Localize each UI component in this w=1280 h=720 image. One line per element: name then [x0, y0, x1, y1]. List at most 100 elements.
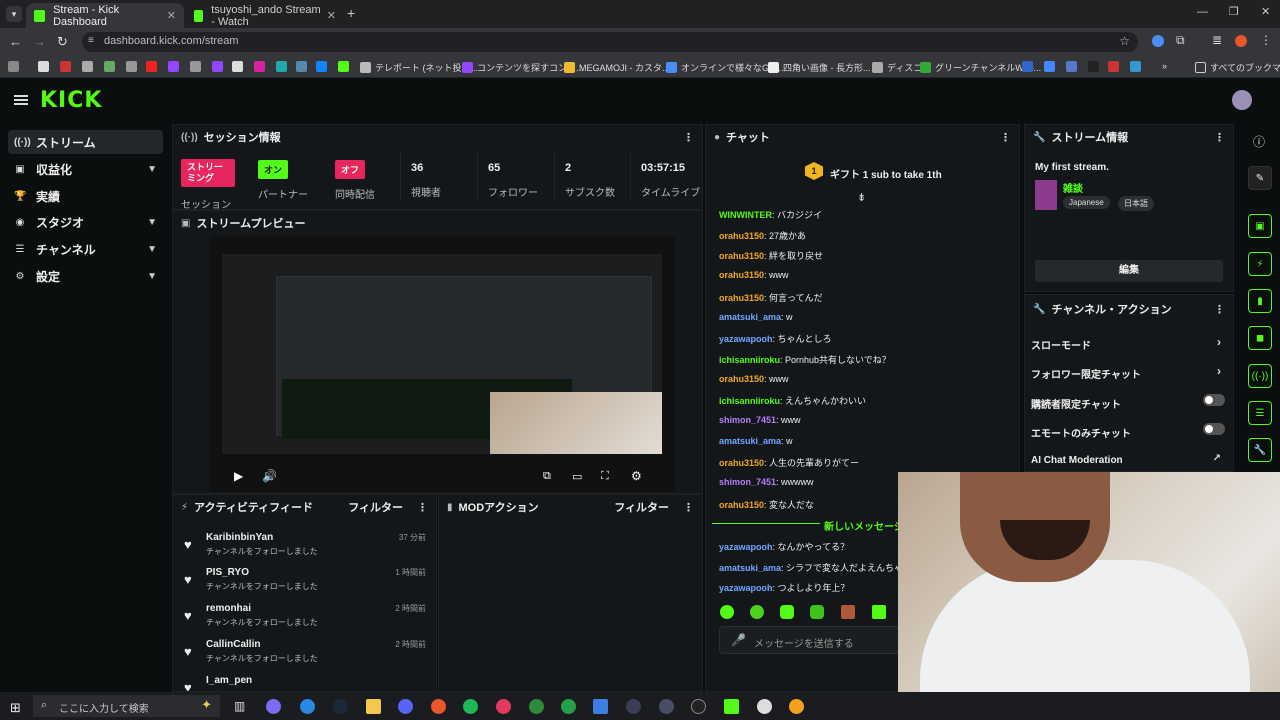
obs-icon[interactable] — [691, 699, 706, 714]
chat-message-input[interactable]: メッセージを送信する — [719, 626, 899, 654]
more-options-icon[interactable]: ⋮ — [683, 501, 694, 514]
sidebar-item-settings[interactable]: ⚙ 設定 ▼ — [8, 264, 163, 288]
windows-start-icon[interactable]: ⊞ — [10, 700, 21, 716]
emote-icon[interactable] — [750, 605, 764, 619]
emote-icon[interactable] — [720, 605, 734, 619]
sidebar-item-achievements[interactable]: 🏆 実績 — [8, 184, 163, 208]
document-icon[interactable]: ▮ — [1248, 289, 1272, 313]
bluesky-bookmark-icon[interactable] — [316, 61, 331, 72]
task-view-icon[interactable]: ▥ — [234, 699, 245, 713]
bookmark-icon[interactable] — [1088, 61, 1103, 72]
category-label[interactable]: 雑談 — [1063, 180, 1083, 195]
bookmark-teleport[interactable]: テレポート (ネット投資... — [360, 61, 478, 74]
profile-icon[interactable] — [1235, 35, 1247, 47]
more-options-icon[interactable]: ⋮ — [1000, 131, 1011, 144]
info-icon[interactable]: ⓘ — [1253, 133, 1265, 150]
browser-tab-watch[interactable]: tsuyoshi_ando Stream - Watch ✕ — [186, 3, 344, 28]
settings-gear-icon[interactable]: ⚙ — [631, 469, 642, 483]
browser-tab-dashboard[interactable]: Stream - Kick Dashboard ✕ — [26, 3, 184, 28]
chat-username[interactable]: orahu3150 — [719, 251, 764, 261]
bookmark-disco[interactable]: ディスコ — [872, 61, 922, 74]
chat-username[interactable]: orahu3150 — [719, 374, 764, 384]
close-window-icon[interactable]: ✕ — [1261, 5, 1270, 18]
chat-username[interactable]: ichisanniiroku — [719, 355, 780, 365]
all-bookmarks[interactable]: すべてのブックマーク — [1195, 61, 1280, 74]
spotify-icon[interactable] — [463, 699, 478, 714]
microphone-icon[interactable]: 🎤 — [731, 633, 746, 647]
browser-menu-icon[interactable]: ⋮ — [1260, 33, 1272, 47]
emote-icon[interactable] — [841, 605, 855, 619]
emote-only-toggle[interactable] — [1203, 423, 1225, 435]
clip-icon[interactable]: ▣ — [1248, 214, 1272, 238]
bookmark-icon[interactable] — [232, 61, 247, 72]
tab-list-button[interactable]: ▾ — [6, 6, 22, 22]
pip-icon[interactable]: ⧉ — [543, 470, 551, 483]
site-info-icon[interactable]: ≡ — [88, 35, 94, 46]
subscriber-only-toggle[interactable] — [1203, 394, 1225, 406]
chat-username[interactable]: WINWINTER — [719, 210, 772, 220]
app-icon[interactable] — [757, 699, 772, 714]
chat-username[interactable]: yazawapooh — [719, 334, 773, 344]
chat-username[interactable]: orahu3150 — [719, 270, 764, 280]
chat-username[interactable]: amatsuki_ama — [719, 563, 781, 573]
bookmark-icon[interactable] — [1022, 61, 1037, 72]
follower-only-chat-action[interactable]: フォロワー限定チャット › — [1031, 364, 1231, 381]
chat-bubble-icon[interactable]: ◼ — [1248, 326, 1272, 350]
bookmark-icon[interactable] — [1130, 61, 1145, 72]
filter-button[interactable]: フィルター — [614, 499, 669, 515]
lightning-icon[interactable]: ⚡ — [1248, 252, 1272, 276]
app-icon[interactable] — [724, 699, 739, 714]
app-icon[interactable] — [659, 699, 674, 714]
bookmark-icon[interactable] — [1044, 61, 1059, 72]
chat-username[interactable]: shimon_7451 — [719, 415, 776, 425]
reload-icon[interactable]: ↻ — [57, 34, 68, 50]
file-explorer-icon[interactable] — [366, 699, 381, 714]
filter-button[interactable]: フィルター — [348, 499, 403, 515]
bookmark-icon[interactable] — [1108, 61, 1123, 72]
sidebar-item-channel[interactable]: ☰ チャンネル ▼ — [8, 237, 163, 261]
theatre-icon[interactable]: ▭ — [572, 470, 582, 483]
app-icon[interactable] — [561, 699, 576, 714]
bookmark-icon[interactable] — [82, 61, 97, 72]
chat-username[interactable]: amatsuki_ama — [719, 436, 781, 446]
app-icon[interactable] — [529, 699, 544, 714]
chat-username[interactable]: yazawapooh — [719, 542, 773, 552]
steam-icon[interactable] — [333, 699, 348, 714]
bookmark-gif[interactable]: オンラインで様々なGIF... — [666, 61, 784, 74]
instagram-bookmark-icon[interactable] — [254, 61, 269, 72]
more-bookmarks-icon[interactable]: » — [1162, 61, 1167, 71]
sidebar-item-stream[interactable]: ((·)) ストリーム — [8, 130, 163, 154]
twitch-bookmark-icon[interactable] — [212, 61, 227, 72]
new-tab-icon[interactable]: + — [347, 5, 355, 21]
bookmark-icon[interactable] — [296, 61, 311, 72]
pinned-toggle-icon[interactable]: ⇟ — [857, 191, 866, 204]
app-icon[interactable] — [593, 699, 608, 714]
bookmark-square-image[interactable]: 四角い画像 - 長方形... — [768, 61, 871, 74]
more-options-icon[interactable]: ⋮ — [1214, 131, 1225, 144]
bookmark-icon[interactable] — [1066, 61, 1081, 72]
sidebar-item-monetization[interactable]: ▣ 収益化 ▼ — [8, 157, 163, 181]
broadcast-icon[interactable]: ((·)) — [1248, 364, 1272, 388]
address-bar[interactable]: ≡ dashboard.kick.com/stream ☆ — [82, 32, 1138, 52]
close-tab-icon[interactable]: ✕ — [327, 9, 336, 22]
app-icon[interactable] — [496, 699, 511, 714]
wrench-icon[interactable]: 🔧 — [1248, 438, 1272, 462]
ai-chat-moderation-action[interactable]: AI Chat Moderation ↗ — [1031, 453, 1231, 466]
chrome-icon[interactable] — [431, 699, 446, 714]
apps-icon[interactable] — [8, 61, 23, 72]
kick-bookmark-icon[interactable] — [338, 61, 353, 72]
play-icon[interactable]: ▶ — [234, 469, 243, 483]
emote-icon[interactable] — [780, 605, 794, 619]
bookmark-icon[interactable] — [190, 61, 205, 72]
kick-logo[interactable]: KICK — [40, 88, 102, 113]
twitch-bookmark-icon[interactable] — [168, 61, 183, 72]
edit-pencil-icon[interactable]: ✎ — [1248, 166, 1272, 190]
more-options-icon[interactable]: ⋮ — [1214, 303, 1225, 316]
bookmark-icon[interactable] — [60, 61, 75, 72]
volume-icon[interactable]: 🔊 — [262, 469, 277, 483]
forward-icon[interactable]: → — [33, 34, 46, 49]
restore-icon[interactable]: ❐ — [1229, 5, 1239, 18]
chat-username[interactable]: shimon_7451 — [719, 477, 776, 487]
chat-username[interactable]: orahu3150 — [719, 231, 764, 241]
minimize-icon[interactable]: — — [1197, 6, 1208, 18]
